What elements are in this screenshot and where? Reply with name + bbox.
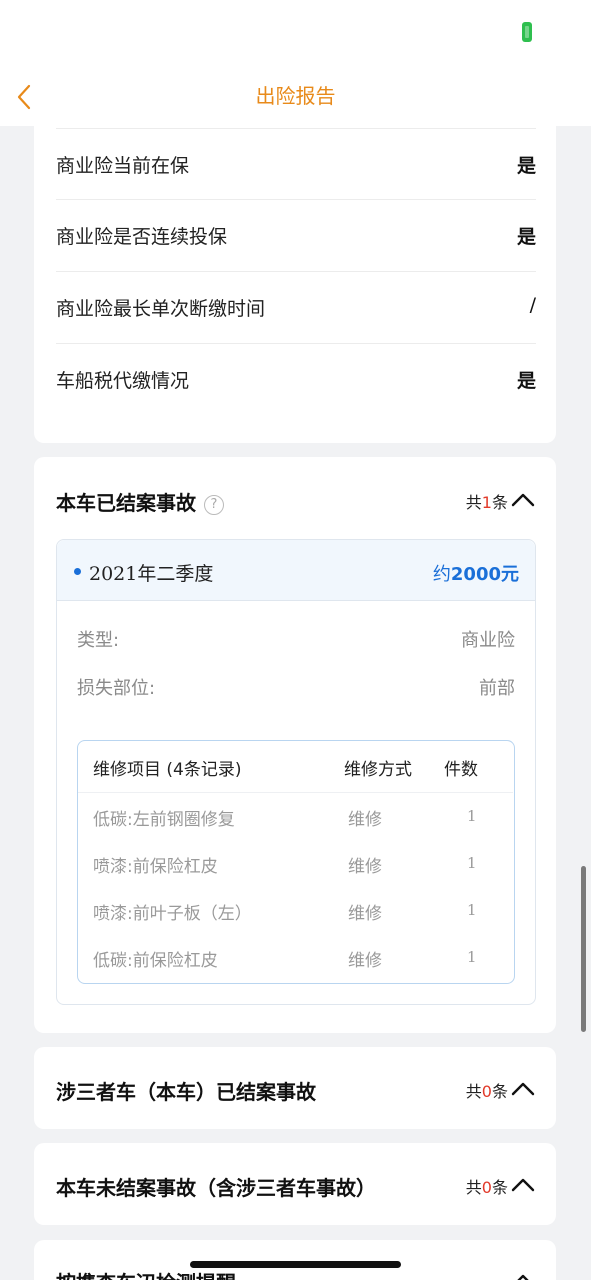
- row-label: 车船税代缴情况: [56, 370, 190, 392]
- count-suffix: 条: [491, 493, 508, 512]
- home-indicator[interactable]: [190, 1261, 401, 1268]
- section-title: 涉三者车（本车）已结案事故: [56, 1080, 316, 1104]
- accident-record: 2021年二季度 约2000元 类型: 商业险 损失部位: 前部 维修项目 (4…: [56, 539, 536, 1005]
- amount-value: 2000元: [450, 564, 519, 585]
- repair-qty: 1: [467, 854, 477, 872]
- table-divider: [78, 792, 513, 793]
- row-value: 是: [516, 155, 536, 177]
- row-label: 商业险是否连续投保: [56, 226, 228, 248]
- settled-accidents-card: 本车已结案事故? 共1条 2021年二季度 约2000元 类型: 商业险 损失部…: [34, 457, 556, 1033]
- insurance-status-card: 商业险当前在保 是 商业险是否连续投保 是 商业险最长单次断缴时间 / 车船税代…: [34, 100, 556, 443]
- record-count: 共1条: [466, 489, 508, 513]
- section-title-text: 本车已结案事故: [56, 491, 196, 515]
- repair-item: 低碳:前保险杠皮: [93, 951, 218, 971]
- chevron-up-icon[interactable]: [510, 487, 536, 513]
- repair-qty: 1: [467, 807, 477, 825]
- repair-qty: 1: [467, 948, 477, 966]
- record-count: 共0条: [466, 1174, 508, 1198]
- count-prefix: 共: [465, 493, 482, 512]
- battery-icon: [522, 22, 532, 42]
- row-commercial-continuous: 商业险是否连续投保 是: [56, 200, 536, 272]
- repair-item: 喷漆:前叶子板（左）: [93, 904, 252, 924]
- count-prefix: 共: [465, 1082, 482, 1101]
- help-icon[interactable]: ?: [204, 495, 224, 515]
- report-content[interactable]: 商业险当前在保 是 商业险是否连续投保 是 商业险最长单次断缴时间 / 车船税代…: [0, 0, 591, 1280]
- damage-part-value: 前部: [479, 678, 515, 699]
- inspection-reminder-card[interactable]: 按携查车辺检测提醒: [34, 1240, 556, 1280]
- repair-method: 维修: [348, 810, 382, 830]
- page-title: 出险报告: [255, 84, 336, 108]
- accident-header: 2021年二季度 约2000元: [57, 540, 535, 601]
- section-title: 本车已结案事故?: [56, 487, 224, 516]
- header-quantity: 件数: [444, 760, 478, 780]
- header-repair-method: 维修方式: [344, 760, 412, 780]
- type-value: 商业险: [461, 630, 515, 651]
- type-label: 类型:: [77, 630, 120, 651]
- row-value: 是: [516, 370, 536, 392]
- count-number: 0: [481, 1178, 492, 1197]
- count-number: 0: [481, 1082, 492, 1101]
- unsettled-accidents-card[interactable]: 本车未结案事故（含涉三者车事故） 共0条: [34, 1143, 556, 1225]
- chevron-up-icon[interactable]: [510, 1268, 536, 1280]
- accident-period: 2021年二季度: [89, 563, 214, 585]
- repair-method: 维修: [348, 857, 382, 877]
- damage-part-label: 损失部位:: [77, 678, 156, 699]
- row-value: 是: [516, 226, 536, 248]
- count-suffix: 条: [491, 1178, 508, 1197]
- chevron-up-icon[interactable]: [510, 1172, 536, 1198]
- row-label: 商业险最长单次断缴时间: [56, 298, 266, 320]
- header-repair-item: 维修项目 (4条记录): [93, 760, 242, 780]
- repair-item: 低碳:左前钢圈修复: [93, 810, 235, 830]
- repair-method: 维修: [348, 904, 382, 924]
- third-party-accidents-card[interactable]: 涉三者车（本车）已结案事故 共0条: [34, 1047, 556, 1129]
- row-label: 商业险当前在保: [56, 155, 190, 177]
- repair-qty: 1: [467, 901, 477, 919]
- record-count: 共0条: [466, 1078, 508, 1102]
- repair-method: 维修: [348, 951, 382, 971]
- row-commercial-active: 商业险当前在保 是: [56, 128, 536, 200]
- scrollbar[interactable]: [581, 866, 586, 1032]
- repair-table: 维修项目 (4条记录) 维修方式 件数 低碳:左前钢圈修复 维修 1 喷漆:前保…: [77, 740, 515, 984]
- section-title: 本车未结案事故（含涉三者车事故）: [56, 1176, 376, 1200]
- count-number: 1: [481, 493, 492, 512]
- row-commercial-gap: 商业险最长单次断缴时间 /: [56, 272, 536, 344]
- accident-amount: 约2000元: [433, 560, 519, 586]
- section-title: 按携查车辺检测提醒: [56, 1267, 236, 1280]
- count-prefix: 共: [465, 1178, 482, 1197]
- chevron-up-icon[interactable]: [510, 1076, 536, 1102]
- navigation-bar: 出险报告: [0, 0, 591, 126]
- amount-prefix: 约: [432, 564, 451, 585]
- bullet-dot: [74, 568, 81, 575]
- repair-item: 喷漆:前保险杠皮: [93, 857, 218, 877]
- count-suffix: 条: [491, 1082, 508, 1101]
- row-vehicle-tax: 车船税代缴情况 是: [56, 344, 536, 416]
- row-value: /: [529, 294, 536, 316]
